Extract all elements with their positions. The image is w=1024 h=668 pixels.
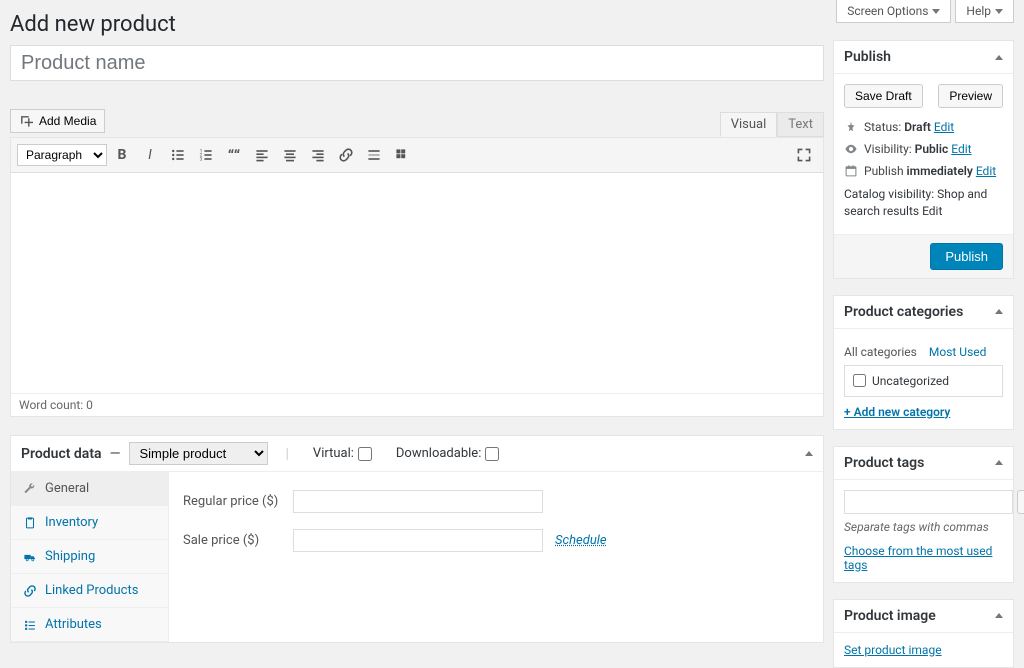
tags-box: Product tags Add Separate tags with comm… [833,446,1014,583]
caret-up-icon [805,451,813,456]
edit-status-link[interactable]: Edit [934,120,954,134]
add-tag-button[interactable]: Add [1017,490,1024,514]
page-title: Add new product [10,10,824,45]
pd-tab-general[interactable]: General [11,472,168,506]
number-list-button[interactable]: 123 [193,142,219,168]
word-count: Word count: 0 [11,393,823,416]
format-select[interactable]: Paragraph [17,144,107,166]
cat-tab-all[interactable]: All categories [844,345,917,359]
add-media-button[interactable]: Add Media [10,109,105,133]
set-product-image-link[interactable]: Set product image [844,643,942,657]
regular-price-label: Regular price ($) [183,494,293,509]
pd-tab-linked[interactable]: Linked Products [11,574,168,608]
align-center-button[interactable] [277,142,303,168]
align-right-button[interactable] [305,142,331,168]
italic-button[interactable]: I [137,142,163,168]
product-data-dash: — [110,446,121,462]
tags-toggle[interactable] [995,457,1003,468]
clipboard-icon [23,516,37,530]
downloadable-label: Downloadable: [396,446,481,461]
tags-title: Product tags [844,455,924,471]
pd-tab-shipping[interactable]: Shipping [11,540,168,574]
postbox-toggle[interactable] [805,448,813,459]
virtual-checkbox-wrap[interactable]: Virtual: [313,446,372,461]
cat-tab-most-used[interactable]: Most Used [929,345,987,359]
editor-tab-visual[interactable]: Visual [720,112,778,137]
image-toggle[interactable] [995,610,1003,621]
product-title-input[interactable] [10,45,824,81]
virtual-label: Virtual: [313,446,354,461]
sale-price-label: Sale price ($) [183,533,293,548]
schedule-link[interactable]: Schedule [555,533,607,548]
insert-more-button[interactable] [361,142,387,168]
publish-button[interactable]: Publish [930,243,1003,270]
calendar-icon [844,164,858,178]
choose-tags-link[interactable]: Choose from the most used tags [844,544,1003,572]
category-label: Uncategorized [872,374,949,388]
edit-publish-date-link[interactable]: Edit [976,164,996,178]
screen-options-label: Screen Options [847,4,928,18]
virtual-checkbox[interactable] [358,447,372,461]
caret-down-icon [932,9,940,14]
wrench-icon [23,482,37,496]
svg-text:3: 3 [200,157,203,163]
editor-toolbar: Paragraph B I 123 ““ [11,138,823,173]
eye-icon [844,142,858,156]
editor-body[interactable] [11,173,823,393]
bullet-list-button[interactable] [165,142,191,168]
caret-up-icon [995,460,1003,465]
fullscreen-button[interactable] [791,142,817,168]
help-button[interactable]: Help [955,0,1014,23]
category-item[interactable]: Uncategorized [853,374,994,388]
publish-toggle[interactable] [995,52,1003,63]
save-draft-button[interactable]: Save Draft [844,84,923,108]
add-category-link[interactable]: + Add new category [844,405,950,419]
add-media-label: Add Media [39,114,96,128]
caret-up-icon [995,613,1003,618]
sale-price-input[interactable] [293,529,543,552]
pushpin-icon [844,120,858,134]
link-button[interactable] [333,142,359,168]
regular-price-input[interactable] [293,490,543,513]
product-image-box: Product image Set product image [833,599,1014,668]
preview-button[interactable]: Preview [938,84,1003,108]
tag-note: Separate tags with commas [844,520,1003,534]
blockquote-button[interactable]: ““ [221,142,247,168]
screen-options-button[interactable]: Screen Options [836,0,951,23]
product-type-select[interactable]: Simple product [129,442,268,465]
bold-button[interactable]: B [109,142,135,168]
publish-box: Publish Save Draft Preview Status: Draft… [833,40,1014,279]
list-icon [23,618,37,632]
downloadable-checkbox[interactable] [485,447,499,461]
uncategorized-checkbox[interactable] [853,374,866,387]
help-label: Help [966,4,991,18]
publish-title: Publish [844,49,891,65]
downloadable-checkbox-wrap[interactable]: Downloadable: [396,446,499,461]
edit-catalog-visibility-link[interactable]: Edit [922,204,942,218]
tag-input[interactable] [844,490,1013,514]
pd-tab-attributes[interactable]: Attributes [11,608,168,642]
align-left-button[interactable] [249,142,275,168]
caret-up-icon [995,55,1003,60]
media-icon [19,114,33,128]
truck-icon [23,550,37,564]
link-icon [23,584,37,598]
editor-tab-text[interactable]: Text [777,112,824,137]
pd-tab-inventory[interactable]: Inventory [11,506,168,540]
categories-title: Product categories [844,304,963,320]
caret-up-icon [995,309,1003,314]
toolbar-toggle-button[interactable] [389,142,415,168]
categories-toggle[interactable] [995,306,1003,317]
product-data-label: Product data [21,446,102,462]
caret-down-icon [995,9,1003,14]
categories-box: Product categories All categories Most U… [833,295,1014,430]
edit-visibility-link[interactable]: Edit [951,142,971,156]
product-image-title: Product image [844,608,936,624]
